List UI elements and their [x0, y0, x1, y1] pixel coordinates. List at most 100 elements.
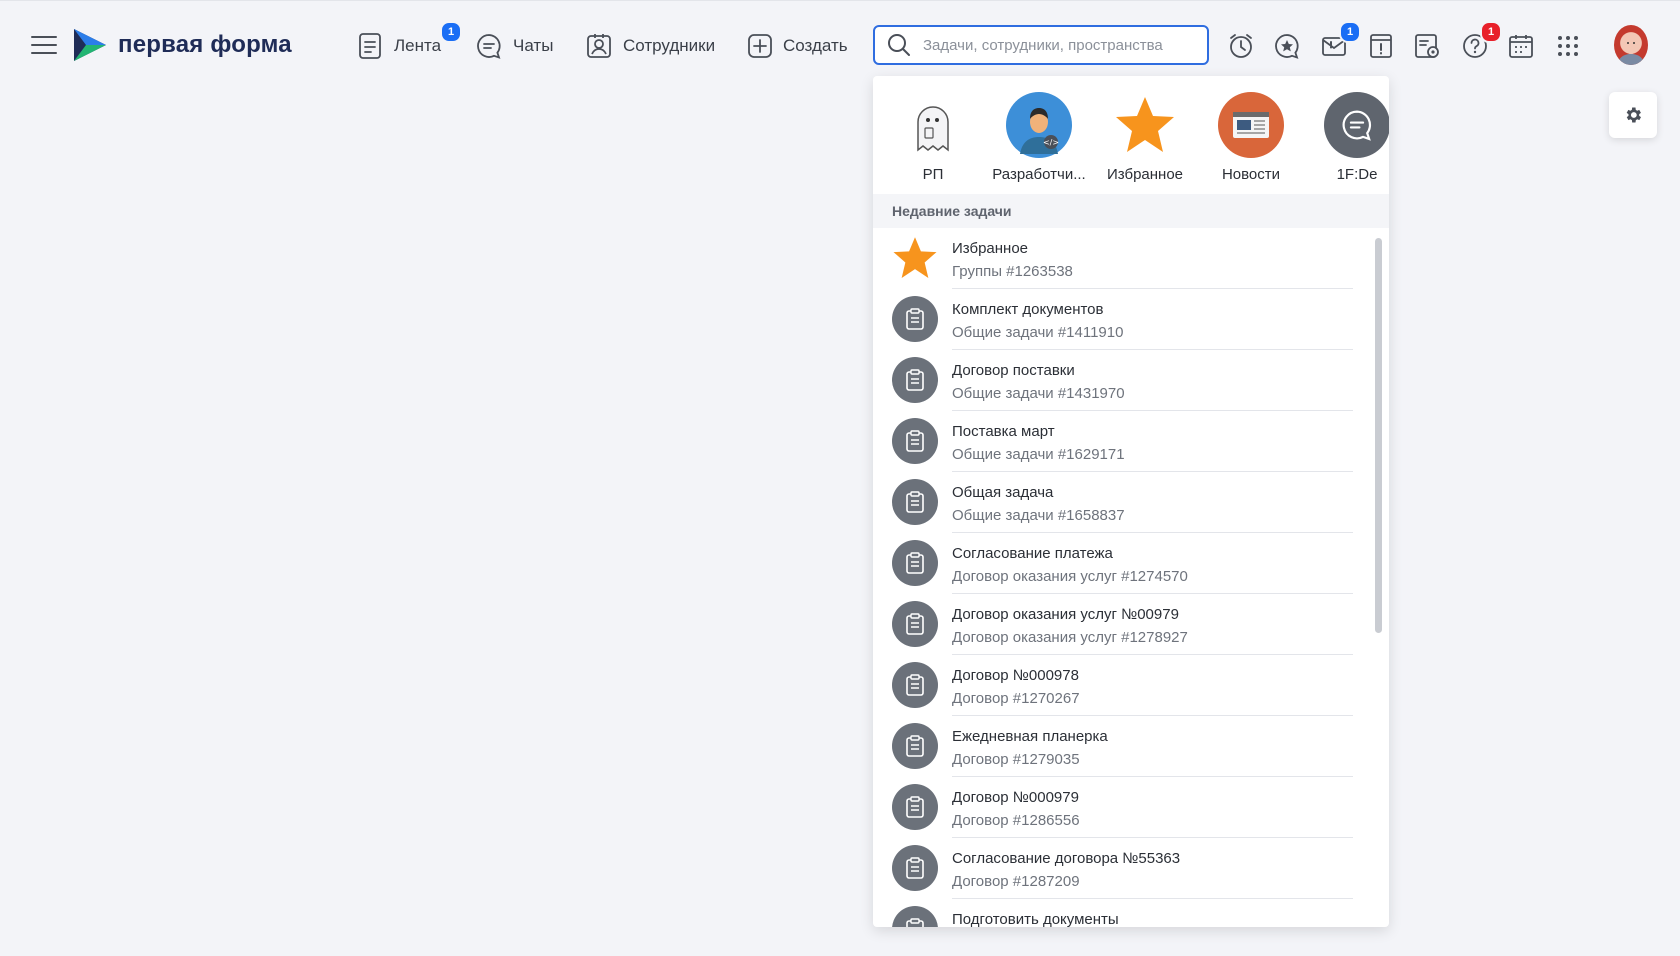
- svg-text:</>: </>: [1043, 138, 1059, 147]
- list-item[interactable]: Договор №000978 Договор #1270267: [873, 655, 1353, 716]
- space-rp[interactable]: РП: [885, 92, 981, 183]
- scrollbar[interactable]: [1373, 228, 1383, 927]
- item-title: Договор №000978: [952, 667, 1079, 684]
- list-item[interactable]: Согласование договора №55363 Договор #12…: [873, 838, 1353, 899]
- mail-badge: 1: [1339, 21, 1361, 43]
- item-subtitle: Общие задачи #1431970: [952, 385, 1125, 402]
- star-icon: [1112, 92, 1178, 158]
- clipboard-icon: [892, 845, 938, 891]
- mail-alert-icon[interactable]: 1: [1319, 21, 1361, 61]
- news-icon: [1218, 92, 1284, 158]
- nav-employees-label: Сотрудники: [623, 36, 716, 55]
- item-title: Согласование договора №55363: [952, 850, 1181, 867]
- clipboard-icon: [892, 479, 938, 525]
- feed-badge: 1: [440, 21, 462, 43]
- list-item[interactable]: Общая задача Общие задачи #1658837: [873, 472, 1353, 533]
- clipboard-icon: [892, 357, 938, 403]
- warning-note-icon[interactable]: [1366, 31, 1396, 61]
- search-icon: [888, 34, 910, 56]
- space-favorites[interactable]: Избранное: [1097, 92, 1193, 183]
- help-badge: 1: [1480, 21, 1502, 43]
- settings-gear-button[interactable]: [1609, 92, 1657, 138]
- clipboard-icon: [892, 906, 938, 927]
- logo-mark-icon: [74, 29, 106, 61]
- item-title: Подготовить документы: [952, 911, 1119, 927]
- item-subtitle: Договор оказания услуг #1278927: [952, 629, 1188, 646]
- star-chat-icon[interactable]: [1272, 31, 1302, 61]
- item-subtitle: Договор #1279035: [952, 751, 1080, 768]
- item-subtitle: Общие задачи #1658837: [952, 507, 1125, 524]
- item-title: Комплект документов: [952, 301, 1104, 318]
- space-label: РП: [922, 166, 944, 183]
- nav-create[interactable]: Создать: [747, 29, 848, 63]
- hamburger-menu-icon[interactable]: [30, 33, 58, 57]
- search-box[interactable]: [873, 25, 1209, 65]
- item-title: Поставка март: [952, 423, 1055, 440]
- list-item[interactable]: Договор оказания услуг №00979 Договор ок…: [873, 594, 1353, 655]
- nav-create-label: Создать: [783, 36, 848, 55]
- list-item[interactable]: Договор поставки Общие задачи #1431970: [873, 350, 1353, 411]
- space-news[interactable]: Новости: [1203, 92, 1299, 183]
- chat-bubble-icon: [1324, 92, 1389, 158]
- item-title: Общая задача: [952, 484, 1054, 501]
- item-subtitle: Договор #1287209: [952, 873, 1080, 890]
- clipboard-icon: [892, 723, 938, 769]
- nav-chats-label: Чаты: [513, 36, 554, 55]
- nav-feed[interactable]: Лента 1: [358, 21, 462, 63]
- item-title: Договор оказания услуг №00979: [952, 606, 1179, 623]
- search-dropdown: РП </> Разработчи... Избранное Новости 1…: [873, 76, 1389, 927]
- item-subtitle: Общие задачи #1411910: [952, 324, 1124, 341]
- item-subtitle: Общие задачи #1629171: [952, 446, 1125, 463]
- space-developers[interactable]: </> Разработчи...: [991, 92, 1087, 183]
- document-settings-icon[interactable]: [1412, 31, 1442, 61]
- clipboard-icon: [892, 296, 938, 342]
- apps-grid-icon[interactable]: [1553, 31, 1583, 61]
- developer-avatar-icon: </>: [1006, 92, 1072, 158]
- nav-feed-label: Лента: [394, 36, 442, 55]
- feed-icon: [359, 33, 381, 59]
- item-subtitle: Группы #1263538: [952, 263, 1073, 280]
- nav-employees[interactable]: Сотрудники: [585, 29, 715, 63]
- help-icon[interactable]: 1: [1460, 21, 1502, 61]
- item-title: Согласование платежа: [952, 545, 1113, 562]
- space-label: Разработчи...: [992, 166, 1086, 183]
- alarm-clock-icon[interactable]: [1226, 31, 1256, 61]
- item-title: Договор №000979: [952, 789, 1079, 806]
- list-item[interactable]: Комплект документов Общие задачи #141191…: [873, 289, 1353, 350]
- clipboard-icon: [892, 418, 938, 464]
- space-label: Новости: [1221, 166, 1281, 183]
- item-subtitle: Договор #1286556: [952, 812, 1080, 829]
- item-subtitle: Договор оказания услуг #1274570: [952, 568, 1188, 585]
- item-title: Избранное: [952, 240, 1029, 257]
- spaces-row: РП </> Разработчи... Избранное Новости 1…: [873, 76, 1389, 194]
- clipboard-icon: [892, 540, 938, 586]
- clipboard-icon: [892, 784, 938, 830]
- space-1f-de[interactable]: 1F:De: [1309, 92, 1389, 183]
- recent-tasks-list: Избранное Группы #1263538 Комплект докум…: [873, 228, 1389, 927]
- space-label: 1F:De: [1336, 166, 1378, 183]
- clipboard-icon: [892, 662, 938, 708]
- scrollbar-thumb[interactable]: [1375, 238, 1382, 633]
- plus-square-icon: [748, 34, 772, 58]
- user-avatar[interactable]: [1614, 25, 1648, 65]
- list-item[interactable]: Согласование платежа Договор оказания ус…: [873, 533, 1353, 594]
- item-title: Договор поставки: [952, 362, 1075, 379]
- top-bar: первая форма Лента 1 Чаты Сотрудники Соз…: [0, 0, 1680, 91]
- star-icon: [892, 235, 938, 281]
- employees-icon: [587, 34, 611, 58]
- recent-tasks-header: Недавние задачи: [873, 194, 1389, 228]
- search-input[interactable]: [921, 35, 1205, 55]
- gear-icon: [1626, 107, 1641, 123]
- item-subtitle: Договор #1270267: [952, 690, 1080, 707]
- list-item[interactable]: Поставка март Общие задачи #1629171: [873, 411, 1353, 472]
- list-item[interactable]: Избранное Группы #1263538: [873, 228, 1353, 289]
- list-item[interactable]: Договор №000979 Договор #1286556: [873, 777, 1353, 838]
- list-item[interactable]: Подготовить документы: [873, 899, 1353, 927]
- list-item[interactable]: Ежедневная планерка Договор #1279035: [873, 716, 1353, 777]
- clipboard-icon: [892, 601, 938, 647]
- item-title: Ежедневная планерка: [952, 728, 1108, 745]
- calendar-icon[interactable]: [1506, 31, 1536, 61]
- logo[interactable]: первая форма: [72, 27, 292, 63]
- space-label: Избранное: [1106, 166, 1184, 183]
- nav-chats[interactable]: Чаты: [475, 29, 553, 63]
